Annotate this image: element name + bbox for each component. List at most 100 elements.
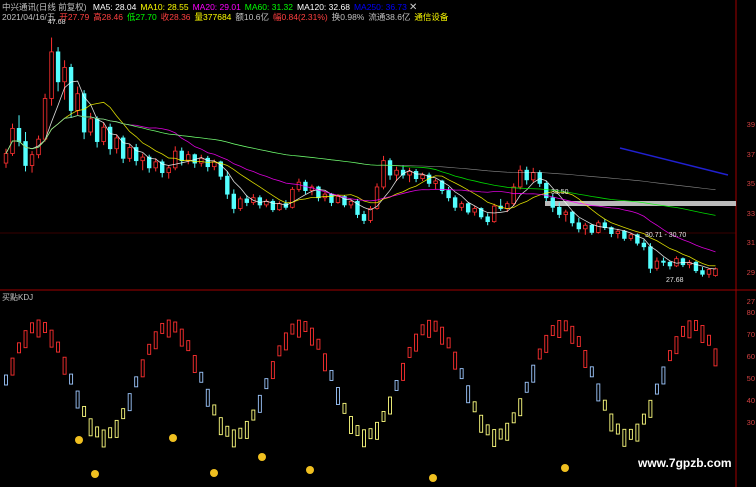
kdj-bar	[140, 359, 145, 378]
buy-signal-icon	[169, 434, 177, 442]
kdj-bar	[134, 376, 139, 388]
kdj-bar	[199, 371, 204, 383]
kdj-bar	[674, 336, 679, 355]
kdj-bar	[82, 405, 87, 417]
kdj-bar	[264, 378, 269, 390]
candle-body	[407, 171, 412, 176]
candlestick-chart[interactable]	[0, 0, 756, 487]
watermark: www.7gpzb.com	[638, 456, 732, 470]
kdj-bar	[36, 319, 41, 338]
kdj-bar	[153, 331, 158, 350]
candle-body	[472, 208, 477, 213]
buy-signal-icon	[561, 464, 569, 472]
candle-body	[531, 172, 536, 181]
kdj-bar	[30, 322, 34, 334]
candle-body	[348, 200, 354, 206]
kdj-bar	[121, 408, 126, 420]
kdj-bar	[557, 320, 562, 338]
buy-signal-icon	[75, 436, 83, 444]
buy-signal-icon	[91, 470, 99, 478]
candle-body	[557, 206, 562, 215]
kdj-bar	[212, 404, 217, 416]
kdj-bar	[277, 345, 282, 357]
kdj-bar	[505, 422, 510, 441]
kdj-bar	[563, 320, 568, 332]
candle-body	[446, 190, 451, 199]
candle-body	[674, 258, 679, 267]
candle-body	[518, 169, 523, 188]
candle-body	[199, 157, 204, 164]
price-tick: 29	[746, 267, 755, 277]
kdj-bar	[648, 399, 653, 418]
kdj-bar	[303, 321, 308, 332]
kdj-bar	[270, 361, 275, 380]
candle-body	[127, 147, 132, 159]
candle-body	[465, 203, 471, 213]
kdj-bar	[641, 413, 646, 425]
price-tick: 31	[746, 238, 755, 247]
kdj-bar	[427, 319, 432, 338]
mid-annotation: 33.50	[551, 189, 569, 196]
kdj-bar	[88, 418, 93, 437]
kdj-bar	[205, 388, 210, 407]
candle-body	[114, 137, 119, 150]
candle-body	[23, 141, 28, 166]
kdj-bar	[583, 350, 588, 368]
kdj-bar	[589, 366, 594, 378]
candle-body	[173, 150, 178, 169]
kdj-bar	[700, 325, 705, 343]
price-tick: 39	[746, 120, 755, 129]
candle-body	[16, 127, 22, 142]
line-annotation: 30.71 - 30.70	[645, 232, 687, 239]
candle-body	[290, 188, 295, 208]
kdj-bar	[316, 338, 321, 350]
candle-body	[505, 203, 510, 209]
candle-body	[381, 160, 386, 188]
candle-body	[75, 93, 80, 111]
kdj-bar	[544, 334, 549, 353]
candle-body	[413, 171, 419, 180]
candle-body	[394, 169, 399, 176]
candle-body	[706, 269, 712, 275]
kdj-bar	[602, 399, 607, 411]
candle-body	[81, 93, 87, 133]
ma250-line	[619, 147, 729, 176]
kdj-tick: 30	[746, 418, 755, 427]
candle-body	[583, 224, 588, 230]
stock-chart-window[interactable]: 中兴通讯(日线 前复权) MA5: 28.04 MA10: 28.55 MA20: …	[0, 0, 756, 487]
kdj-bar	[49, 329, 54, 348]
kdj-bar	[596, 383, 601, 402]
candle-body	[361, 214, 367, 221]
candle-body	[55, 51, 61, 83]
candle-body	[88, 118, 93, 133]
candle-body	[186, 154, 191, 162]
kdj-bar	[309, 327, 314, 346]
candle-body	[296, 181, 302, 190]
candle-body	[570, 211, 575, 224]
candle-body	[238, 198, 243, 209]
candle-body	[654, 260, 660, 269]
kdj-bar	[375, 421, 379, 440]
candle-body	[316, 186, 321, 199]
kdj-bar	[62, 356, 67, 375]
kdj-bar	[283, 332, 288, 351]
candle-body	[661, 260, 666, 263]
kdj-bar	[10, 357, 15, 376]
kdj-bar	[166, 319, 171, 338]
candle-body	[693, 261, 699, 272]
candle-body	[615, 230, 621, 234]
candle-body	[29, 154, 35, 166]
candle-body	[3, 153, 9, 164]
candle-body	[491, 205, 497, 223]
kdj-bar	[511, 412, 516, 424]
kdj-tick: 50	[746, 374, 755, 383]
kdj-bar	[336, 387, 340, 405]
kdj-bar	[322, 353, 327, 372]
candle-body	[153, 161, 158, 169]
kdj-tick: 70	[746, 330, 755, 339]
candle-body	[596, 222, 601, 233]
candle-body	[94, 118, 100, 142]
kdj-bar	[238, 427, 243, 439]
price-tick: 37	[746, 149, 755, 159]
kdj-bar	[713, 348, 718, 367]
